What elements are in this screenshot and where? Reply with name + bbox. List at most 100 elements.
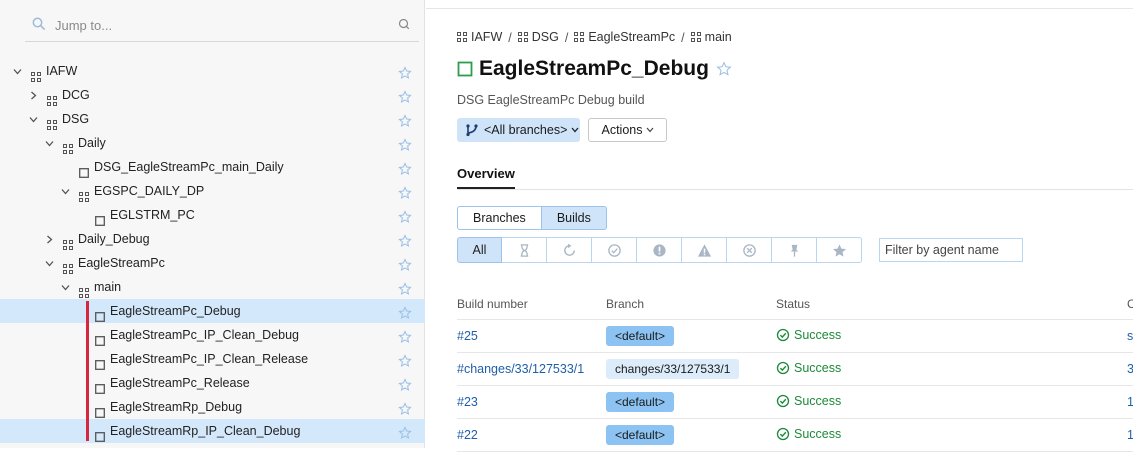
chevron-right-icon[interactable] [45, 235, 54, 244]
chevron-down-icon[interactable] [61, 187, 70, 196]
jump-to-search[interactable] [25, 9, 419, 42]
tree-item-label: DSG [62, 112, 90, 126]
jump-to-input[interactable] [53, 14, 383, 36]
star-icon[interactable] [398, 90, 412, 104]
filter-queued[interactable] [502, 237, 547, 263]
chevron-down-icon[interactable] [13, 67, 22, 76]
tree-item[interactable]: EGLSTRM_PC [0, 203, 425, 227]
breadcrumb-item[interactable]: DSG [517, 30, 559, 44]
tree-item[interactable]: Daily [0, 131, 425, 155]
status-text: Success [794, 394, 842, 408]
star-icon[interactable] [398, 66, 412, 80]
favorite-toggle[interactable] [398, 424, 412, 448]
chevron-down-icon[interactable] [61, 283, 70, 292]
star-icon[interactable] [398, 330, 412, 344]
build-number-link[interactable]: #25 [457, 329, 478, 343]
breadcrumb-item[interactable]: main [690, 30, 732, 44]
star-icon[interactable] [398, 138, 412, 152]
star-icon[interactable] [398, 402, 412, 416]
branch-badge[interactable]: <default> [606, 392, 675, 412]
branch-badge[interactable]: <default> [606, 425, 675, 445]
star-icon[interactable] [398, 114, 412, 128]
star-icon[interactable] [398, 162, 412, 176]
filter-success[interactable] [592, 237, 637, 263]
branch-badge[interactable]: changes/33/127533/1 [606, 359, 740, 379]
project-icon [457, 32, 467, 42]
actions-button[interactable]: Actions [588, 118, 667, 142]
tab-overview[interactable]: Overview [457, 166, 515, 189]
chevron-down-icon[interactable] [45, 139, 54, 148]
build-status[interactable]: Success [776, 427, 841, 441]
star-icon[interactable] [398, 426, 412, 440]
star-icon[interactable] [398, 354, 412, 368]
tree-item[interactable]: DSG_EagleStreamPc_main_Daily [0, 155, 425, 179]
table-row[interactable]: #22 <default> Success 1 [457, 419, 1133, 452]
build-status[interactable]: Success [776, 394, 841, 408]
build-status[interactable]: Success [776, 361, 841, 375]
table-row[interactable]: #23 <default> Success 1 [457, 386, 1133, 419]
build-config-icon [95, 216, 105, 226]
shortcut-q-icon[interactable] [398, 18, 410, 30]
tree-item-label: EagleStreamPc_IP_Clean_Debug [110, 328, 300, 342]
star-icon[interactable] [398, 210, 412, 224]
success-check-icon [776, 361, 790, 375]
tree-item[interactable]: DSG [0, 107, 425, 131]
header-build-number[interactable]: Build number [457, 297, 528, 311]
breadcrumb-item[interactable]: EagleStreamPc [574, 30, 675, 44]
tree-item[interactable]: EagleStreamPc [0, 251, 425, 275]
star-icon[interactable] [398, 186, 412, 200]
branches-toggle[interactable]: Branches [457, 206, 542, 230]
tree-item[interactable]: EagleStreamPc_IP_Clean_Debug [0, 323, 425, 347]
build-config-icon [95, 312, 105, 322]
star-icon[interactable] [398, 306, 412, 320]
star-icon[interactable] [398, 234, 412, 248]
header-branch[interactable]: Branch [606, 297, 644, 311]
sidebar: IAFW DCG DSG Daily DSG_EagleStreamPc_main_Da… [0, 0, 425, 448]
filter-running[interactable] [547, 237, 592, 263]
tree-item[interactable]: EagleStreamPc_Debug [0, 299, 425, 323]
filter-all[interactable]: All [457, 237, 502, 263]
tree-item[interactable]: IAFW [0, 59, 425, 83]
branch-selector[interactable]: <All branches> [457, 118, 580, 142]
filter-pinned[interactable] [772, 237, 817, 263]
status-text: Success [794, 427, 842, 441]
table-row[interactable]: #changes/33/127533/1 changes/33/127533/1 S… [457, 353, 1133, 386]
favorite-star-icon[interactable] [716, 61, 732, 77]
filter-starred[interactable] [817, 237, 862, 263]
build-number-link[interactable]: #23 [457, 395, 478, 409]
header-status[interactable]: Status [776, 297, 810, 311]
status-filters: All [457, 237, 862, 263]
build-number-link[interactable]: #22 [457, 428, 478, 442]
agent-filter-input[interactable] [879, 238, 1023, 262]
table-row[interactable]: #25 <default> Success s [457, 320, 1133, 353]
truncated-cell: 1 [1127, 395, 1133, 409]
tree-item[interactable]: EagleStreamRp_Debug [0, 395, 425, 419]
star-icon[interactable] [398, 258, 412, 272]
tree-item[interactable]: main [0, 275, 425, 299]
filter-failed[interactable] [637, 237, 682, 263]
tree-item[interactable]: Daily_Debug [0, 227, 425, 251]
tree-item-label: Daily [78, 136, 106, 150]
breadcrumb-label: main [704, 30, 732, 44]
star-icon[interactable] [398, 378, 412, 392]
truncated-cell: 3 [1127, 362, 1133, 376]
build-number-link[interactable]: #changes/33/127533/1 [457, 362, 584, 376]
project-icon [47, 96, 57, 106]
build-config-icon [95, 408, 105, 418]
tree-item[interactable]: DCG [0, 83, 425, 107]
branch-badge[interactable]: <default> [606, 326, 675, 346]
chevron-down-icon[interactable] [45, 259, 54, 268]
filter-cancelled[interactable] [727, 237, 772, 263]
spinner-icon [563, 243, 575, 256]
star-icon[interactable] [398, 282, 412, 296]
build-status[interactable]: Success [776, 328, 841, 342]
tree-item[interactable]: EGSPC_DAILY_DP [0, 179, 425, 203]
builds-toggle[interactable]: Builds [541, 206, 607, 230]
tree-item[interactable]: EagleStreamPc_Release [0, 371, 425, 395]
tree-item[interactable]: EagleStreamRp_IP_Clean_Debug [0, 419, 425, 443]
tree-item[interactable]: EagleStreamPc_IP_Clean_Release [0, 347, 425, 371]
chevron-down-icon[interactable] [29, 115, 38, 124]
chevron-right-icon[interactable] [29, 91, 38, 100]
filter-warning[interactable] [682, 237, 727, 263]
breadcrumb-item[interactable]: IAFW [457, 30, 502, 44]
